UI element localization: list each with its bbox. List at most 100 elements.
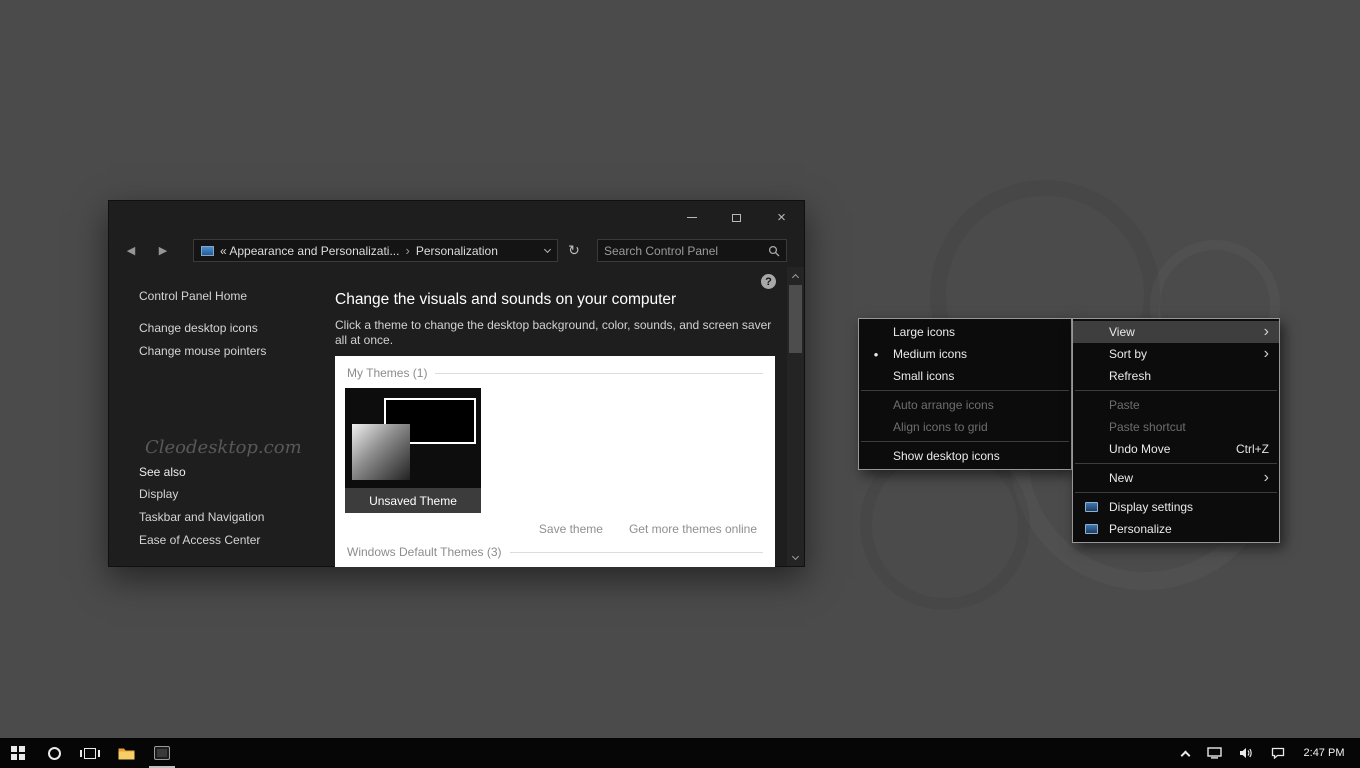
- minimize-icon: [687, 217, 697, 218]
- default-themes-group: Windows Default Themes (3): [347, 545, 763, 559]
- help-icon[interactable]: ?: [761, 274, 776, 289]
- scroll-thumb[interactable]: [789, 285, 802, 353]
- menu-item-refresh[interactable]: Refresh: [1073, 365, 1279, 387]
- menu-item-label: Personalize: [1109, 522, 1269, 536]
- menu-item-paste-shortcut: Paste shortcut: [1073, 416, 1279, 438]
- menu-item-label: Sort by: [1109, 347, 1264, 361]
- address-dropdown-icon[interactable]: [545, 247, 550, 255]
- submenu-arrow-icon: ›: [1264, 470, 1269, 486]
- menu-item-new[interactable]: New›: [1073, 467, 1279, 489]
- theme-name: Unsaved Theme: [345, 488, 481, 513]
- sidebar-link-change-desktop-icons[interactable]: Change desktop icons: [139, 317, 266, 340]
- menu-item-label: View: [1109, 325, 1264, 339]
- my-themes-header: My Themes (1): [347, 366, 427, 380]
- menu-separator: [861, 390, 1069, 391]
- windows-default-themes-header: Windows Default Themes (3): [347, 545, 502, 559]
- theme-tile-unsaved[interactable]: Unsaved Theme: [345, 388, 481, 513]
- display-settings-monitor-glyph: [1085, 502, 1098, 512]
- task-view-icon: [84, 748, 96, 759]
- cortana-icon: [48, 747, 61, 760]
- file-explorer-button[interactable]: [108, 738, 144, 768]
- taskbar: 2:47 PM: [0, 738, 1360, 768]
- menu-item-align-icons-to-grid: Align icons to grid: [859, 416, 1071, 438]
- volume-button[interactable]: [1230, 738, 1262, 768]
- maximize-icon: [732, 214, 741, 222]
- menu-item-personalize[interactable]: Personalize: [1073, 518, 1279, 540]
- submenu-arrow-icon: ›: [1264, 324, 1269, 340]
- network-button[interactable]: [1198, 738, 1230, 768]
- get-more-themes-link[interactable]: Get more themes online: [629, 522, 757, 536]
- menu-item-label: Paste: [1109, 398, 1269, 412]
- menu-item-display-settings[interactable]: Display settings: [1073, 496, 1279, 518]
- page-title: Change the visuals and sounds on your co…: [335, 291, 787, 309]
- sidebar-link-ease-of-access-center[interactable]: Ease of Access Center: [139, 529, 264, 552]
- start-button[interactable]: [0, 738, 36, 768]
- address-bar[interactable]: « Appearance and Personalizati... › Pers…: [193, 239, 558, 262]
- caption-buttons: ×: [669, 201, 804, 234]
- save-theme-link[interactable]: Save theme: [539, 522, 603, 536]
- maximize-button[interactable]: [714, 201, 759, 234]
- theme-app-icon: [154, 746, 170, 760]
- breadcrumb-parent[interactable]: « Appearance and Personalizati...: [220, 244, 399, 258]
- desktop[interactable]: × ◀ ▶ « Appearance and Personalizati... …: [0, 0, 1360, 768]
- close-icon: ×: [777, 210, 786, 225]
- search-icon: [768, 245, 780, 257]
- theme-preview-swatch: [352, 424, 410, 480]
- menu-separator: [1075, 492, 1277, 493]
- desktop-context-menu: View›Sort by›RefreshPastePaste shortcutU…: [1072, 318, 1280, 543]
- menu-item-medium-icons[interactable]: •Medium icons: [859, 343, 1071, 365]
- close-button[interactable]: ×: [759, 201, 804, 234]
- menu-item-view[interactable]: View›: [1073, 321, 1279, 343]
- menu-item-label: Medium icons: [893, 347, 1061, 361]
- main-content: ? Change the visuals and sounds on your …: [335, 267, 787, 566]
- theme-links-row: Save theme Get more themes online: [335, 522, 757, 536]
- see-also-header: See also: [139, 465, 186, 479]
- cortana-button[interactable]: [36, 738, 72, 768]
- search-box[interactable]: [597, 239, 787, 262]
- menu-item-large-icons[interactable]: Large icons: [859, 321, 1071, 343]
- page-description: Click a theme to change the desktop back…: [335, 318, 773, 348]
- menu-item-paste: Paste: [1073, 394, 1279, 416]
- back-button[interactable]: ◀: [121, 234, 141, 267]
- menu-item-sort-by[interactable]: Sort by›: [1073, 343, 1279, 365]
- menu-item-auto-arrange-icons: Auto arrange icons: [859, 394, 1071, 416]
- sidebar-link-control-panel-home[interactable]: Control Panel Home: [139, 285, 247, 308]
- menu-item-label: Auto arrange icons: [893, 398, 1061, 412]
- show-hidden-icons-button[interactable]: [1172, 738, 1198, 768]
- scroll-up-button[interactable]: [787, 267, 804, 283]
- sidebar-link-change-mouse-pointers[interactable]: Change mouse pointers: [139, 340, 266, 363]
- task-view-button[interactable]: [72, 738, 108, 768]
- sidebar: Control Panel Home Change desktop iconsC…: [109, 267, 335, 566]
- sidebar-link-display[interactable]: Display: [139, 483, 264, 506]
- refresh-button[interactable]: ↻: [562, 239, 586, 262]
- forward-button[interactable]: ▶: [153, 234, 173, 267]
- breadcrumb-current[interactable]: Personalization: [416, 244, 498, 258]
- theme-preview: [345, 388, 481, 488]
- menu-separator: [1075, 390, 1277, 391]
- menu-item-label: Undo Move: [1109, 442, 1236, 456]
- windows-logo-icon: [11, 746, 25, 760]
- taskbar-clock[interactable]: 2:47 PM: [1294, 747, 1360, 759]
- volume-icon: [1239, 747, 1253, 759]
- selected-bullet-icon: •: [859, 347, 893, 362]
- network-icon: [1207, 747, 1222, 759]
- personalize-monitor-glyph: [1085, 524, 1098, 534]
- taskbar-left: [0, 738, 180, 768]
- menu-item-label: Small icons: [893, 369, 1061, 383]
- navigation-bar: ◀ ▶ « Appearance and Personalizati... › …: [109, 234, 804, 267]
- watermark-text: Cleodesktop.com: [145, 437, 302, 458]
- title-bar[interactable]: ×: [109, 201, 804, 234]
- system-tray: 2:47 PM: [1172, 738, 1360, 768]
- action-center-button[interactable]: [1262, 738, 1294, 768]
- scroll-down-button[interactable]: [787, 550, 804, 566]
- search-input[interactable]: [598, 244, 768, 258]
- theme-app-button[interactable]: [144, 738, 180, 768]
- sidebar-link-taskbar-and-navigation[interactable]: Taskbar and Navigation: [139, 506, 264, 529]
- menu-item-undo-move[interactable]: Undo MoveCtrl+Z: [1073, 438, 1279, 460]
- sidebar-links: Change desktop iconsChange mouse pointer…: [139, 317, 266, 363]
- menu-item-show-desktop-icons[interactable]: Show desktop icons: [859, 445, 1071, 467]
- menu-shortcut: Ctrl+Z: [1236, 442, 1269, 456]
- minimize-button[interactable]: [669, 201, 714, 234]
- vertical-scrollbar[interactable]: [787, 267, 804, 566]
- menu-item-small-icons[interactable]: Small icons: [859, 365, 1071, 387]
